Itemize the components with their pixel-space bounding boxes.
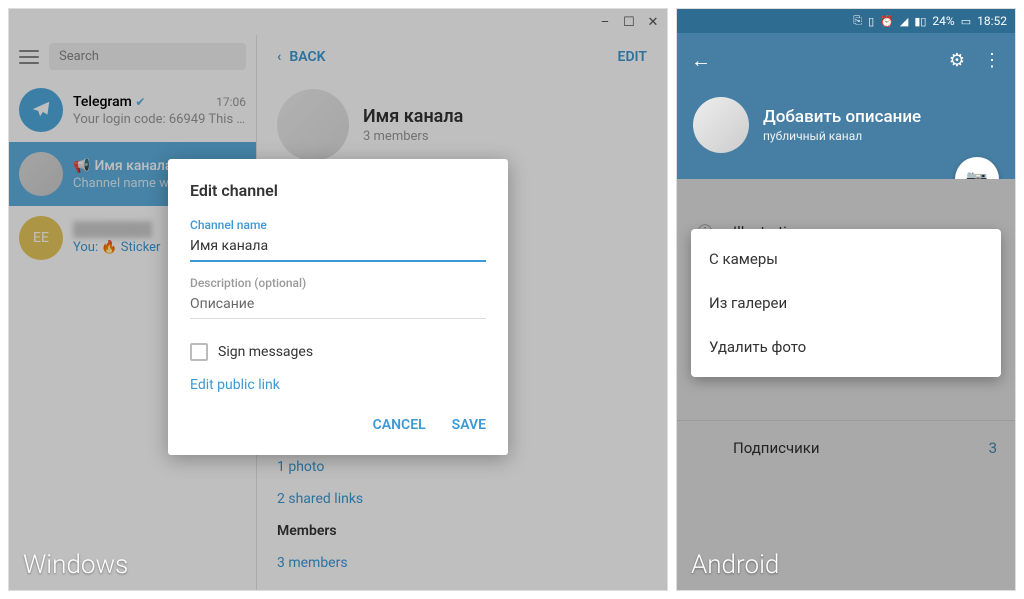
wifi-icon: ◢ — [900, 15, 908, 28]
channel-avatar — [693, 97, 749, 153]
cast-icon: ⎘ — [853, 14, 862, 28]
edit-public-link[interactable]: Edit public link — [190, 377, 486, 393]
status-time: 18:52 — [977, 14, 1007, 28]
android-panel: ⎘ ▯ ⏰ ◢ ▮▯ 24% ▭ 18:52 ← ⚙ ⋮ Добавить оп… — [676, 8, 1016, 591]
platform-label: Android — [691, 550, 779, 580]
gear-icon[interactable]: ⚙ — [949, 50, 965, 71]
modal-overlay[interactable]: Edit channel Channel name Description (o… — [9, 9, 667, 590]
channel-subtitle: публичный канал — [763, 129, 921, 143]
android-body: ⓘ Illustrations · Подписчики 3 С камеры … — [677, 179, 1015, 590]
menu-delete-photo[interactable]: Удалить фото — [691, 325, 1001, 369]
menu-from-gallery[interactable]: Из галереи — [691, 281, 1001, 325]
back-arrow-icon[interactable]: ← — [691, 48, 711, 73]
channel-header: Добавить описание публичный канал 📷 — [677, 87, 1015, 179]
battery-icon: ▭ — [961, 15, 971, 28]
signal-icon: ▮▯ — [914, 15, 926, 28]
cancel-button[interactable]: CANCEL — [373, 417, 426, 433]
edit-channel-dialog: Edit channel Channel name Description (o… — [168, 159, 508, 455]
save-button[interactable]: SAVE — [452, 417, 486, 433]
menu-from-camera[interactable]: С камеры — [691, 237, 1001, 281]
sign-messages-row[interactable]: Sign messages — [190, 343, 486, 361]
dialog-title: Edit channel — [190, 181, 486, 200]
channel-name-input[interactable] — [190, 234, 486, 262]
photo-source-menu: С камеры Из галереи Удалить фото — [691, 229, 1001, 377]
status-bar: ⎘ ▯ ⏰ ◢ ▮▯ 24% ▭ 18:52 — [677, 9, 1015, 33]
name-label: Channel name — [190, 218, 486, 232]
platform-label: Windows — [23, 550, 128, 580]
channel-title: Добавить описание — [763, 107, 921, 127]
vibrate-icon: ▯ — [868, 15, 874, 28]
app-toolbar: ← ⚙ ⋮ — [677, 33, 1015, 87]
sign-messages-checkbox[interactable] — [190, 343, 208, 361]
overflow-icon[interactable]: ⋮ — [983, 50, 1001, 71]
sign-messages-label: Sign messages — [218, 344, 313, 360]
description-input[interactable] — [190, 292, 486, 319]
windows-panel: – ☐ ✕ Search Telegram ✔ 17:06 Your — [8, 8, 668, 591]
alarm-icon: ⏰ — [880, 15, 894, 28]
battery-percent: 24% — [932, 14, 954, 28]
description-label: Description (optional) — [190, 276, 486, 290]
